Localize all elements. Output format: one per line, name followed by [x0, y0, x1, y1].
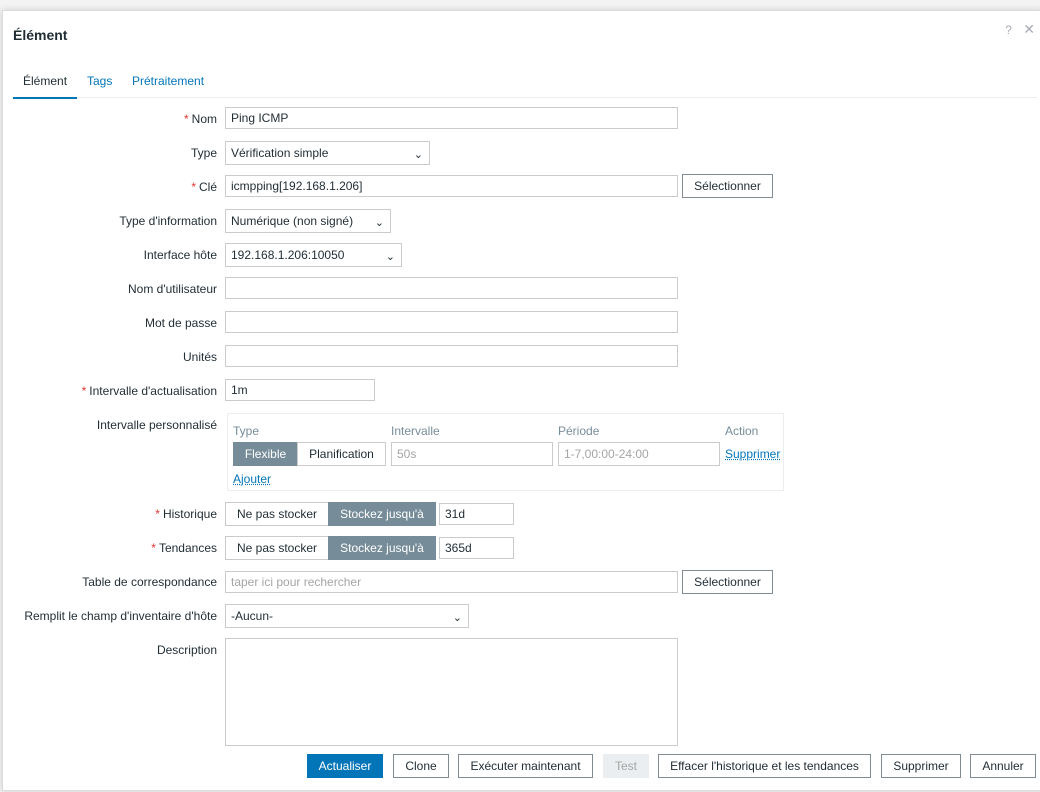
ci-header-type: Type	[233, 424, 260, 438]
description-label: Description	[156, 643, 217, 657]
history-label: * Historique	[155, 507, 217, 521]
ci-period-input[interactable]: 1-7,00:00-24:00	[558, 442, 720, 466]
trends-on-toggle[interactable]: Stockez jusqu'à	[328, 536, 436, 560]
ci-interval-input[interactable]: 50s	[391, 442, 553, 466]
valuemap-input[interactable]: taper ici pour rechercher	[225, 571, 678, 593]
tab-bar: Élément Tags Prétraitement	[13, 71, 1037, 99]
chevron-down-icon: ⌄	[413, 149, 423, 161]
trends-off-toggle[interactable]: Ne pas stocker	[225, 536, 329, 560]
cancel-button[interactable]: Annuler	[970, 754, 1036, 778]
dialog-title: Élément	[13, 27, 68, 43]
key-label: * Clé	[191, 180, 217, 194]
help-icon[interactable]: ?	[1005, 23, 1012, 37]
valuemap-label: Table de correspondance	[82, 575, 217, 589]
chevron-down-icon: ⌄	[385, 251, 395, 263]
units-label: Unités	[182, 350, 217, 364]
host-interface-label: Interface hôte	[143, 248, 217, 262]
tab-tags[interactable]: Tags	[87, 74, 112, 97]
key-select-button[interactable]: Sélectionner	[682, 174, 773, 198]
history-off-toggle[interactable]: Ne pas stocker	[225, 502, 329, 526]
host-interface-select[interactable]: 192.168.1.206:10050 ⌄	[225, 243, 402, 267]
inventory-select[interactable]: -Aucun- ⌄	[225, 604, 469, 628]
type-label: Type	[190, 146, 217, 160]
username-input[interactable]	[225, 277, 678, 299]
info-type-label: Type d'information	[119, 214, 217, 228]
description-textarea[interactable]	[225, 638, 678, 746]
history-on-toggle[interactable]: Stockez jusqu'à	[328, 502, 436, 526]
clone-button[interactable]: Clone	[393, 754, 449, 778]
update-button[interactable]: Actualiser	[307, 754, 383, 778]
execute-now-button[interactable]: Exécuter maintenant	[458, 754, 593, 778]
ci-flexible-toggle[interactable]: Flexible	[233, 442, 298, 466]
custom-interval-table: Type Intervalle Période Action Flexible …	[227, 413, 784, 491]
test-button[interactable]: Test	[603, 754, 649, 778]
update-interval-input[interactable]: 1m	[225, 379, 375, 401]
ci-header-action: Action	[725, 424, 759, 438]
chevron-down-icon: ⌄	[374, 217, 384, 229]
tab-preprocessing[interactable]: Prétraitement	[132, 74, 204, 97]
close-icon[interactable]: ✕	[1023, 21, 1035, 37]
item-dialog: Élément ? ✕ Élément Tags Prétraitement *…	[2, 10, 1040, 791]
clear-history-button[interactable]: Effacer l'historique et les tendances	[658, 754, 871, 778]
tab-element[interactable]: Élément	[13, 74, 78, 99]
ci-schedule-toggle[interactable]: Planification	[297, 442, 386, 466]
info-type-select[interactable]: Numérique (non signé) ⌄	[225, 209, 391, 233]
type-select[interactable]: Vérification simple ⌄	[225, 141, 430, 165]
chevron-down-icon: ⌄	[452, 612, 462, 624]
ci-remove-link[interactable]: Supprimer	[725, 447, 780, 461]
inventory-label: Remplit le champ d'inventaire d'hôte	[24, 609, 217, 623]
update-interval-label: * Intervalle d'actualisation	[81, 384, 217, 398]
units-input[interactable]	[225, 345, 678, 367]
ci-add-link[interactable]: Ajouter	[233, 472, 271, 486]
delete-button[interactable]: Supprimer	[881, 754, 961, 778]
trends-label: * Tendances	[151, 541, 217, 555]
ci-header-period: Période	[558, 424, 600, 438]
dialog-header-buttons: ? ✕	[997, 21, 1035, 38]
name-input[interactable]: Ping ICMP	[225, 107, 678, 129]
password-input[interactable]	[225, 311, 678, 333]
trends-input[interactable]: 365d	[439, 537, 514, 559]
custom-interval-label: Intervalle personnalisé	[96, 418, 217, 432]
valuemap-select-button[interactable]: Sélectionner	[682, 570, 773, 594]
password-label: Mot de passe	[144, 316, 217, 330]
username-label: Nom d'utilisateur	[128, 282, 217, 296]
key-input[interactable]: icmpping[192.168.1.206]	[225, 175, 678, 197]
name-label: * Nom	[183, 112, 217, 126]
ci-header-interval: Intervalle	[391, 424, 440, 438]
history-input[interactable]: 31d	[439, 503, 514, 525]
